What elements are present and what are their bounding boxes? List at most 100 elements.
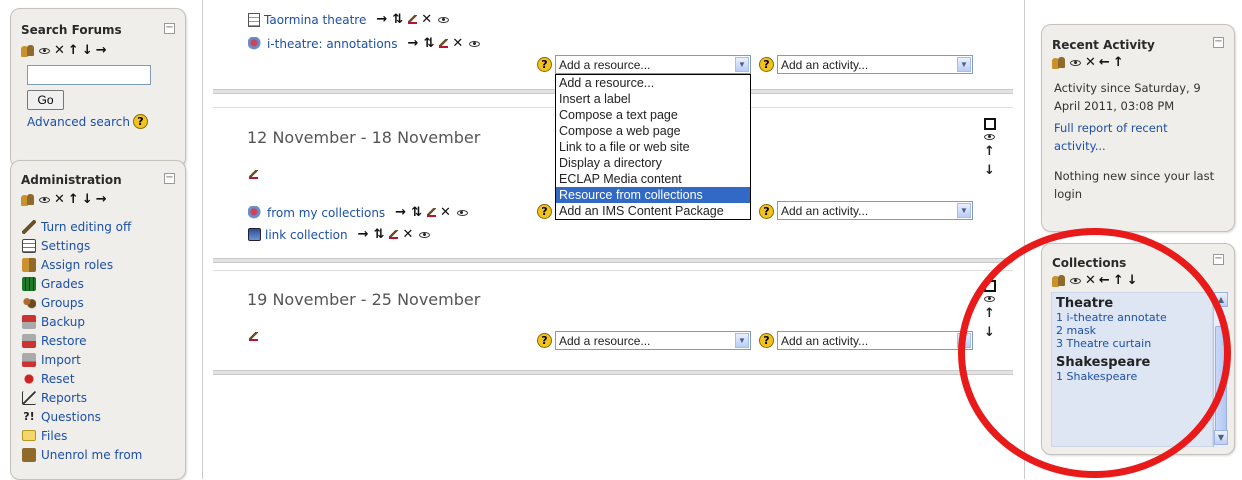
hide-icon[interactable]	[438, 16, 450, 23]
collapse-icon[interactable]: −	[1213, 37, 1224, 48]
edit-icon[interactable]	[389, 230, 399, 239]
admin-item-turn-editing-off[interactable]: Turn editing off	[22, 217, 142, 236]
dropdown-option[interactable]: Compose a web page	[556, 123, 750, 139]
help-icon[interactable]: ?	[537, 333, 552, 348]
go-button[interactable]: Go	[27, 90, 64, 110]
hide-icon[interactable]	[39, 47, 50, 54]
move-down-icon[interactable]: ↓	[82, 43, 93, 58]
move-icon[interactable]: →	[408, 36, 420, 51]
collapse-icon[interactable]: −	[164, 23, 175, 34]
roles-icon[interactable]	[21, 193, 35, 207]
delete-icon[interactable]: ✕	[54, 192, 65, 207]
move-down-icon[interactable]: ↓	[1127, 273, 1138, 288]
add-activity-select[interactable]: Add an activity... ▼	[777, 55, 973, 74]
hide-icon[interactable]	[419, 231, 431, 238]
add-activity-select[interactable]: Add an activity... ▼	[777, 201, 973, 220]
collection-item[interactable]: 3 Theatre curtain	[1056, 337, 1167, 350]
delete-icon[interactable]: ✕	[1085, 55, 1096, 70]
move-updown-icon[interactable]: ⇅	[374, 227, 386, 242]
move-up-icon[interactable]: ↑	[68, 43, 79, 58]
dropdown-option[interactable]: Compose a text page	[556, 107, 750, 123]
admin-item-reports[interactable]: Reports	[22, 388, 142, 407]
activity-i-theatre-annotations[interactable]: i-theatre: annotations → ⇅ ✕	[248, 36, 481, 51]
admin-item-settings[interactable]: Settings	[22, 236, 142, 255]
add-activity-select[interactable]: Add an activity... ▼	[777, 331, 973, 350]
help-icon[interactable]: ?	[537, 204, 552, 219]
dropdown-option[interactable]: Add a resource...	[556, 75, 750, 91]
move-updown-icon[interactable]: ⇅	[392, 12, 404, 27]
add-resource-select[interactable]: Add a resource... ▼	[555, 331, 751, 350]
hide-icon[interactable]	[984, 296, 995, 302]
move-down-icon[interactable]: ↓	[984, 325, 995, 340]
edit-icon[interactable]	[439, 39, 449, 48]
activity-from-my-collections[interactable]: from my collections → ⇅ ✕	[248, 205, 469, 220]
admin-item-grades[interactable]: Grades	[22, 274, 142, 293]
admin-item-files[interactable]: Files	[22, 426, 142, 445]
admin-item-groups[interactable]: Groups	[22, 293, 142, 312]
admin-item-restore[interactable]: Restore	[22, 331, 142, 350]
move-up-icon[interactable]: ↑	[68, 192, 79, 207]
dropdown-option[interactable]: Display a directory	[556, 155, 750, 171]
dropdown-option[interactable]: ECLAP Media content	[556, 171, 750, 187]
collapse-icon[interactable]: −	[1213, 254, 1224, 265]
delete-icon[interactable]: ✕	[54, 43, 65, 58]
hide-icon[interactable]	[984, 134, 995, 140]
move-down-icon[interactable]: ↓	[82, 192, 93, 207]
delete-icon[interactable]: ✕	[452, 36, 464, 51]
move-updown-icon[interactable]: ⇅	[423, 36, 435, 51]
move-right-icon[interactable]: →	[96, 192, 107, 207]
collections-scrollbar[interactable]: ▲ ▼	[1213, 292, 1228, 447]
advanced-search-label[interactable]: Advanced search	[27, 115, 130, 129]
activity-link-collection[interactable]: link collection → ⇅ ✕	[248, 227, 431, 242]
admin-item-reset[interactable]: Reset	[22, 369, 142, 388]
dropdown-option[interactable]: Link to a file or web site	[556, 139, 750, 155]
move-updown-icon[interactable]: ⇅	[411, 205, 423, 220]
highlight-icon[interactable]	[983, 280, 996, 292]
scroll-up-icon[interactable]: ▲	[1214, 292, 1228, 307]
admin-item-questions[interactable]: ?! Questions	[22, 407, 142, 426]
move-down-icon[interactable]: ↓	[984, 163, 995, 178]
move-left-icon[interactable]: ←	[1099, 55, 1110, 70]
roles-icon[interactable]	[21, 44, 35, 58]
edit-icon[interactable]	[408, 15, 418, 24]
help-icon[interactable]: ?	[132, 114, 148, 129]
help-icon[interactable]: ?	[759, 57, 774, 72]
full-report-link[interactable]: Full report of recent activity...	[1054, 119, 1204, 155]
collection-item[interactable]: 2 mask	[1056, 324, 1167, 337]
help-icon[interactable]: ?	[759, 204, 774, 219]
add-resource-select[interactable]: Add a resource... ▼	[555, 55, 751, 74]
hide-icon[interactable]	[1070, 59, 1081, 66]
edit-summary-icon[interactable]	[249, 332, 258, 341]
roles-icon[interactable]	[1052, 56, 1066, 70]
edit-summary-icon[interactable]	[249, 170, 258, 179]
add-resource-dropdown[interactable]: Add a resource... Insert a label Compose…	[555, 74, 751, 220]
admin-item-assign-roles[interactable]: Assign roles	[22, 255, 142, 274]
admin-item-import[interactable]: Import	[22, 350, 142, 369]
search-input[interactable]	[27, 65, 151, 85]
collection-item[interactable]: 1 Shakespeare	[1056, 370, 1150, 383]
collapse-icon[interactable]: −	[164, 173, 175, 184]
activity-taormina-theatre[interactable]: Taormina theatre → ⇅ ✕	[248, 12, 450, 27]
delete-icon[interactable]: ✕	[402, 227, 414, 242]
dropdown-option-highlighted[interactable]: Resource from collections	[556, 187, 750, 203]
move-left-icon[interactable]: ←	[1099, 273, 1110, 288]
delete-icon[interactable]: ✕	[440, 205, 452, 220]
advanced-search-link[interactable]: Advanced search ?	[27, 114, 148, 129]
help-icon[interactable]: ?	[537, 57, 552, 72]
hide-icon[interactable]	[39, 196, 50, 203]
move-icon[interactable]: →	[395, 205, 407, 220]
edit-icon[interactable]	[426, 208, 436, 217]
move-up-icon[interactable]: ↑	[984, 306, 995, 321]
delete-icon[interactable]: ✕	[1085, 273, 1096, 288]
scroll-down-icon[interactable]: ▼	[1214, 430, 1228, 445]
hide-icon[interactable]	[456, 209, 468, 216]
collection-item[interactable]: 1 i-theatre annotate	[1056, 311, 1167, 324]
scroll-thumb[interactable]	[1215, 326, 1227, 436]
dropdown-option[interactable]: Insert a label	[556, 91, 750, 107]
hide-icon[interactable]	[469, 40, 481, 47]
admin-item-backup[interactable]: Backup	[22, 312, 142, 331]
hide-icon[interactable]	[1070, 277, 1081, 284]
move-up-icon[interactable]: ↑	[1113, 55, 1124, 70]
highlight-icon[interactable]	[983, 118, 996, 130]
roles-icon[interactable]	[1052, 274, 1066, 288]
